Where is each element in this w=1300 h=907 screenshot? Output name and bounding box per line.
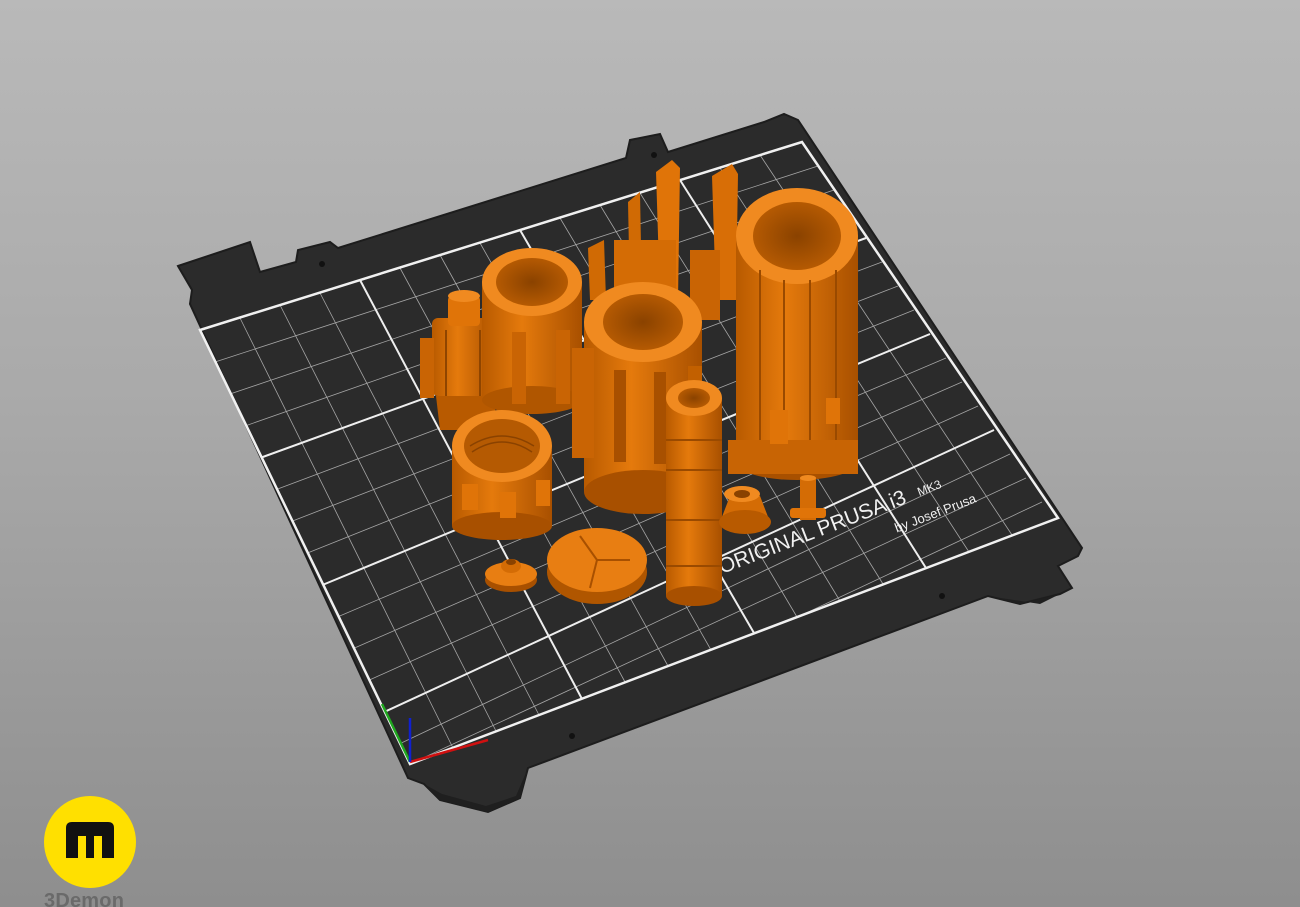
3demon-logo-icon bbox=[66, 822, 114, 858]
part-threaded-cup[interactable] bbox=[452, 410, 552, 540]
part-disc[interactable] bbox=[547, 528, 647, 604]
part-ring-large[interactable] bbox=[482, 248, 582, 414]
part-cylinder-large[interactable] bbox=[728, 188, 858, 480]
3d-viewport[interactable]: ORIGINAL PRUSA i3 MK3 by Josef Prusa bbox=[0, 0, 1300, 907]
part-tube-long[interactable] bbox=[666, 380, 722, 606]
brand-logo bbox=[44, 796, 136, 888]
brand-logo-text: 3Demon bbox=[44, 890, 125, 907]
